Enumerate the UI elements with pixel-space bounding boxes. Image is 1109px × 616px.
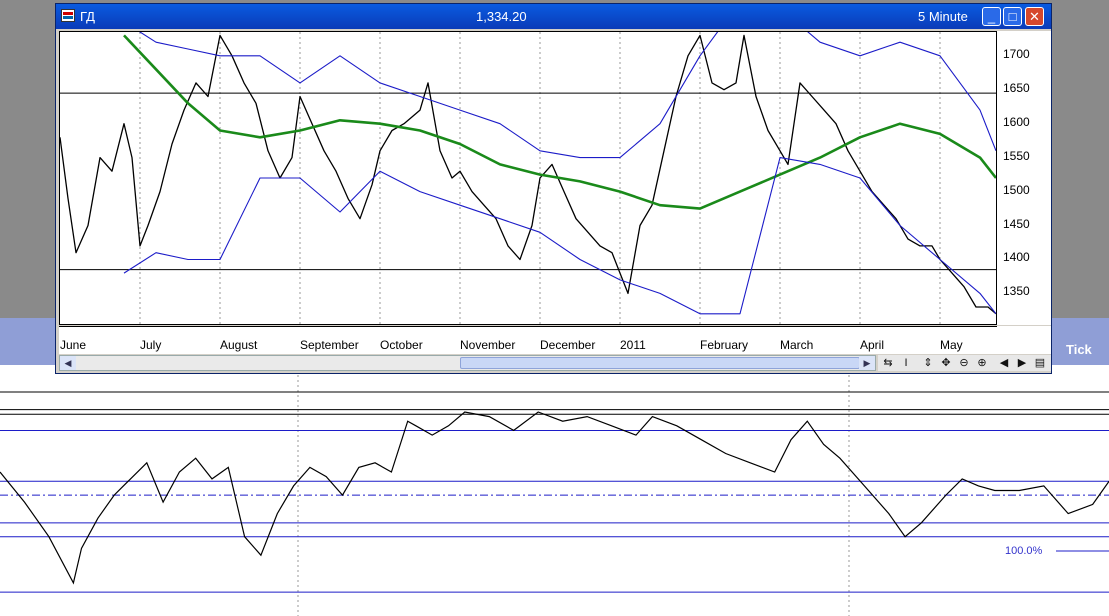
scroll-thumb[interactable] [460, 357, 860, 369]
panel-icon[interactable]: ▤ [1032, 355, 1048, 371]
month-tick-label: September [300, 338, 359, 352]
price-line [60, 34, 996, 315]
price-tick-label: 1450 [1003, 216, 1030, 231]
month-tick-label: July [140, 338, 162, 352]
chart-toolbar: ⇆ I ⇕ ✥ ⊖ ⊕ ◀ ▶ ▤ [878, 355, 1051, 371]
zoom-out-icon[interactable]: ⊖ [956, 355, 972, 371]
month-tick-label: December [540, 338, 596, 352]
date-axis-line [59, 326, 997, 331]
date-axis: June July August September October November De… [59, 326, 1051, 354]
indicator-line [0, 411, 1109, 585]
month-tick-label: August [220, 338, 258, 352]
month-tick-label: March [780, 338, 814, 352]
minimize-button[interactable]: _ [982, 7, 1001, 26]
price-tick-label: 1600 [1003, 114, 1030, 129]
vertical-resize-icon[interactable]: ⇕ [920, 355, 936, 371]
price-tick-label: 1550 [1003, 148, 1030, 163]
price-tick-label: 1400 [1003, 250, 1030, 265]
price-axis: 1700 1650 1600 1550 1500 1450 1400 1350 [997, 31, 1051, 325]
title-bar[interactable]: ГД 1,334.20 5 Minute _ □ ✕ [56, 4, 1051, 29]
month-tick-label: October [380, 338, 423, 352]
upper-band-line [138, 32, 996, 159]
maximize-button[interactable]: □ [1003, 7, 1022, 26]
month-tick-label: June [60, 338, 87, 352]
chart-window[interactable]: ГД 1,334.20 5 Minute _ □ ✕ 1700 1650 1600 1… [55, 3, 1052, 374]
last-price: 1,334.20 [476, 9, 527, 24]
window-title: ГД [80, 9, 95, 24]
price-chart[interactable] [59, 31, 997, 325]
scroll-right-icon[interactable]: ▶ [859, 356, 875, 370]
price-tick-label: 1350 [1003, 284, 1030, 299]
price-chart-svg [60, 32, 996, 324]
cycle-icon[interactable]: ⇆ [880, 355, 896, 371]
price-tick-label: 1700 [1003, 46, 1030, 61]
move-icon[interactable]: ✥ [938, 355, 954, 371]
zoom-in-icon[interactable]: ⊕ [974, 355, 990, 371]
close-button[interactable]: ✕ [1025, 7, 1044, 26]
percent-label: 100.0% [1005, 545, 1043, 557]
arrow-left-icon[interactable]: ◀ [996, 355, 1012, 371]
month-tick-label: April [860, 338, 885, 352]
interval-label: 5 Minute [918, 9, 968, 24]
month-tick-label: November [460, 338, 516, 352]
cursor-icon[interactable]: I [898, 355, 914, 371]
scroll-left-icon[interactable]: ◀ [60, 356, 76, 370]
price-tick-label: 1500 [1003, 182, 1030, 197]
month-tick-label: February [700, 338, 749, 352]
tick-label: Tick [1066, 342, 1092, 357]
chart-app-icon[interactable] [61, 9, 75, 22]
month-tick-label: May [940, 338, 963, 352]
indicator-panel [0, 365, 1109, 616]
arrow-right-icon[interactable]: ▶ [1014, 355, 1030, 371]
month-tick-label: 2011 [620, 338, 646, 352]
price-tick-label: 1650 [1003, 80, 1030, 95]
horizontal-scrollbar[interactable]: ◀ ▶ [59, 355, 876, 371]
